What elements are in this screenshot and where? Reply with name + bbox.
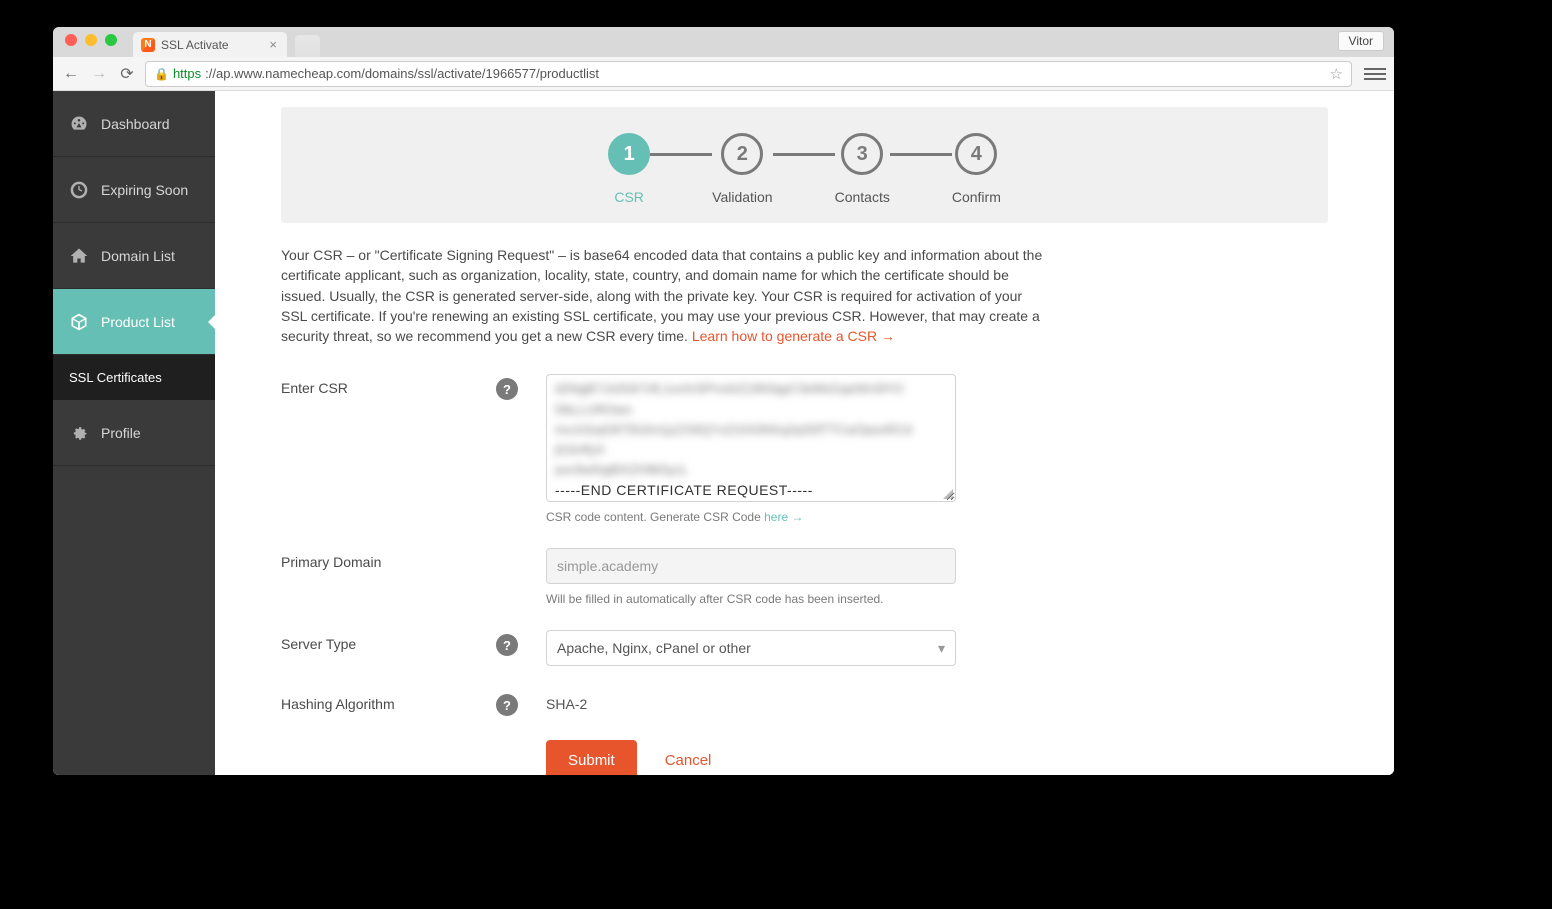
maximize-window-icon[interactable] xyxy=(105,34,117,46)
sidebar-item-dashboard[interactable]: Dashboard xyxy=(53,91,215,157)
help-icon[interactable]: ? xyxy=(496,694,518,716)
label-server-type: Server Type xyxy=(281,630,496,652)
submit-button[interactable]: Submit xyxy=(546,740,637,775)
primary-domain-hint: Will be filled in automatically after CS… xyxy=(546,592,956,606)
generate-csr-link[interactable]: here → xyxy=(764,510,803,524)
sidebar-item-expiring[interactable]: Expiring Soon xyxy=(53,157,215,223)
page-viewport: Dashboard Expiring Soon Domain List Prod… xyxy=(53,91,1394,775)
step-number: 3 xyxy=(841,133,883,175)
step-label: CSR xyxy=(614,189,644,205)
browser-toolbar: ← → ⟳ 🔒 https ://ap.www.namecheap.com/do… xyxy=(53,57,1394,91)
browser-menu-icon[interactable] xyxy=(1364,63,1386,85)
help-icon[interactable]: ? xyxy=(496,634,518,656)
step-number: 2 xyxy=(721,133,763,175)
row-hashing-algo: Hashing Algorithm ? SHA-2 xyxy=(281,690,1328,716)
main-content: 1 CSR 2 Validation 3 Contacts xyxy=(215,91,1394,775)
step-number: 1 xyxy=(608,133,650,175)
url-scheme: https xyxy=(173,66,201,81)
hashing-algo-value: SHA-2 xyxy=(546,690,956,712)
help-icon[interactable]: ? xyxy=(496,378,518,400)
form-actions: Submit Cancel xyxy=(546,740,1328,775)
reload-button[interactable]: ⟳ xyxy=(117,64,137,84)
sidebar-item-label: Domain List xyxy=(101,248,175,264)
gauge-icon xyxy=(69,114,89,134)
csr-hint: CSR code content. Generate CSR Code here… xyxy=(546,510,956,524)
label-hashing-algo: Hashing Algorithm xyxy=(281,690,496,712)
browser-tab[interactable]: N SSL Activate × xyxy=(133,32,287,57)
address-bar[interactable]: 🔒 https ://ap.www.namecheap.com/domains/… xyxy=(145,61,1352,87)
step-label: Contacts xyxy=(835,189,890,205)
bookmark-star-icon[interactable]: ☆ xyxy=(1330,65,1343,83)
step-label: Validation xyxy=(712,189,772,205)
csr-textarea[interactable]: d2NgB7Jx0Gk7vfL1xchrSPrnshZ19h0qpC3eMsGq… xyxy=(546,374,956,502)
learn-generate-csr-link[interactable]: Learn how to generate a CSR → xyxy=(692,328,895,344)
csr-description: Your CSR – or "Certificate Signing Reque… xyxy=(281,245,1051,346)
step-label: Confirm xyxy=(952,189,1001,205)
sidebar: Dashboard Expiring Soon Domain List Prod… xyxy=(53,91,215,775)
label-enter-csr: Enter CSR xyxy=(281,374,496,396)
step-connector xyxy=(650,153,712,156)
primary-domain-input[interactable] xyxy=(546,548,956,584)
browser-tabbar: N SSL Activate × Vitor xyxy=(53,27,1394,57)
close-tab-icon[interactable]: × xyxy=(269,37,277,52)
sidebar-item-domain-list[interactable]: Domain List xyxy=(53,223,215,289)
sidebar-item-label: Product List xyxy=(101,314,175,330)
sidebar-subitem-ssl[interactable]: SSL Certificates xyxy=(53,355,215,400)
csr-blurred-content: d2NgB7Jx0Gk7vfL1xchrSPrnshZ19h0qpC3eMsGq… xyxy=(555,379,947,480)
server-type-select[interactable]: Apache, Nginx, cPanel or other ▾ xyxy=(546,630,956,666)
step-connector xyxy=(890,153,952,156)
sidebar-item-label: Expiring Soon xyxy=(101,182,188,198)
minimize-window-icon[interactable] xyxy=(85,34,97,46)
cancel-button[interactable]: Cancel xyxy=(665,752,712,769)
home-icon xyxy=(69,246,89,266)
gear-icon xyxy=(69,423,89,443)
back-button[interactable]: ← xyxy=(61,64,81,84)
row-primary-domain: Primary Domain ? Will be filled in autom… xyxy=(281,548,1328,606)
tab-title: SSL Activate xyxy=(161,38,229,52)
url-path: ://ap.www.namecheap.com/domains/ssl/acti… xyxy=(205,66,599,81)
step-number: 4 xyxy=(955,133,997,175)
forward-button: → xyxy=(89,64,109,84)
step-contacts[interactable]: 3 Contacts xyxy=(835,133,890,205)
step-csr[interactable]: 1 CSR xyxy=(608,133,650,205)
step-validation[interactable]: 2 Validation xyxy=(712,133,772,205)
sidebar-item-label: Profile xyxy=(101,425,141,441)
row-enter-csr: Enter CSR ? d2NgB7Jx0Gk7vfL1xchrSPrnshZ1… xyxy=(281,374,1328,524)
csr-end-marker: -----END CERTIFICATE REQUEST----- xyxy=(555,482,947,498)
clock-icon xyxy=(69,180,89,200)
close-window-icon[interactable] xyxy=(65,34,77,46)
package-icon xyxy=(69,312,89,332)
namecheap-favicon-icon: N xyxy=(141,38,155,52)
sidebar-item-profile[interactable]: Profile xyxy=(53,400,215,466)
window-traffic-lights[interactable] xyxy=(63,27,123,57)
step-confirm[interactable]: 4 Confirm xyxy=(952,133,1001,205)
csr-hint-text: CSR code content. Generate CSR Code xyxy=(546,510,764,524)
step-connector xyxy=(773,153,835,156)
new-tab-button[interactable] xyxy=(295,35,320,57)
description-text: Your CSR – or "Certificate Signing Reque… xyxy=(281,247,1042,344)
browser-window: N SSL Activate × Vitor ← → ⟳ 🔒 https ://… xyxy=(53,27,1394,775)
sidebar-item-label: Dashboard xyxy=(101,116,170,132)
stepper: 1 CSR 2 Validation 3 Contacts xyxy=(281,107,1328,223)
lock-icon: 🔒 xyxy=(154,67,169,81)
server-type-selected: Apache, Nginx, cPanel or other xyxy=(557,640,751,656)
row-server-type: Server Type ? Apache, Nginx, cPanel or o… xyxy=(281,630,1328,666)
chevron-down-icon: ▾ xyxy=(938,640,945,657)
sidebar-item-product-list[interactable]: Product List xyxy=(53,289,215,355)
label-primary-domain: Primary Domain xyxy=(281,548,496,570)
chrome-profile-badge[interactable]: Vitor xyxy=(1338,31,1384,51)
